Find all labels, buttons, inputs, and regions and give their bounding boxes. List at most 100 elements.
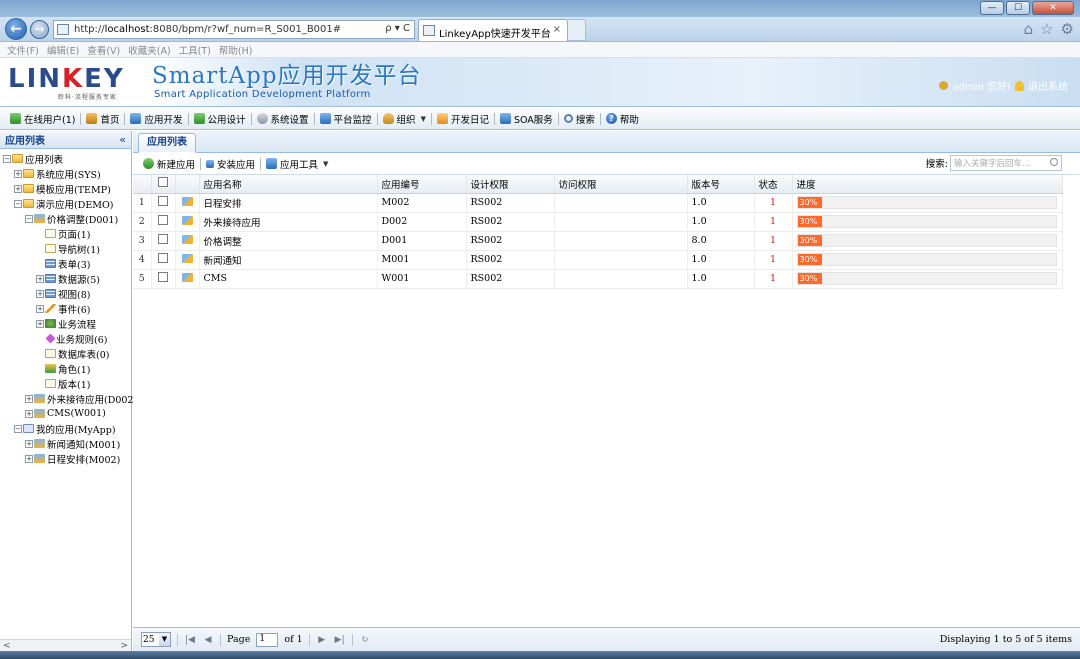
table-row[interactable]: 4 新闻通知 M001 RS002 1.0 1 30% xyxy=(133,250,1063,270)
tree-node[interactable]: + 新闻通知(M001) xyxy=(0,436,131,451)
expand-node-icon[interactable]: + xyxy=(14,169,22,178)
tree-node[interactable]: − 我的应用(MyApp) xyxy=(0,421,131,436)
search-input[interactable]: 输入关键字后回车... xyxy=(950,155,1062,171)
row-checkbox[interactable] xyxy=(158,215,168,225)
tree-node[interactable]: + 业务流程 xyxy=(0,316,131,331)
soa-service-button[interactable]: SOA服务 xyxy=(495,110,558,128)
row-select-cell[interactable] xyxy=(151,231,176,251)
expand-node-icon[interactable]: + xyxy=(25,439,33,448)
cell-app-name[interactable]: 价格调整 xyxy=(199,231,378,251)
menu-favorites[interactable]: 收藏夹(A) xyxy=(128,43,170,57)
select-all-checkbox[interactable] xyxy=(158,177,168,188)
col-version[interactable]: 版本号 xyxy=(687,175,755,194)
collapse-node-icon[interactable]: − xyxy=(25,214,33,223)
tree-node[interactable]: 角色(1) xyxy=(0,361,131,376)
expand-node-icon[interactable]: + xyxy=(36,304,44,313)
public-design-button[interactable]: 公用设计 xyxy=(189,110,251,128)
row-checkbox[interactable] xyxy=(158,253,168,263)
scroll-left-icon[interactable]: < xyxy=(3,641,11,651)
help-button[interactable]: ? 帮助 xyxy=(601,110,644,128)
row-select-cell[interactable] xyxy=(151,269,176,289)
expand-node-icon[interactable]: + xyxy=(25,454,33,463)
col-app-name[interactable]: 应用名称 xyxy=(199,175,378,194)
collapse-node-icon[interactable]: − xyxy=(3,154,11,163)
scroll-right-icon[interactable]: > xyxy=(120,641,128,651)
expand-node-icon[interactable]: + xyxy=(14,184,22,193)
cell-app-name[interactable]: 新闻通知 xyxy=(199,250,378,270)
tree-node[interactable]: 业务规则(6) xyxy=(0,331,131,346)
row-select-cell[interactable] xyxy=(151,193,176,213)
row-checkbox[interactable] xyxy=(158,272,168,282)
logout-link[interactable]: 退出系统 xyxy=(1028,78,1068,93)
table-row[interactable]: 2 外来接待应用 D002 RS002 1.0 1 30% xyxy=(133,212,1063,232)
home-icon[interactable]: ⌂ xyxy=(1024,20,1034,38)
expand-node-icon[interactable]: + xyxy=(36,274,44,283)
tab-app-list[interactable]: 应用列表 xyxy=(138,133,196,153)
settings-gear-icon[interactable]: ⚙ xyxy=(1061,20,1074,38)
tree-node[interactable]: 版本(1) xyxy=(0,376,131,391)
last-page-icon[interactable]: ▶| xyxy=(334,635,346,645)
magnifier-icon[interactable] xyxy=(1050,158,1058,166)
table-row[interactable]: 5 CMS W001 RS002 1.0 1 30% xyxy=(133,269,1063,289)
cell-app-name[interactable]: 日程安排 xyxy=(199,193,378,213)
menu-view[interactable]: 查看(V) xyxy=(87,43,120,57)
address-bar[interactable]: http://localhost:8080/bpm/r?wf_num=R_S00… xyxy=(53,20,415,39)
tree-node[interactable]: + 数据源(5) xyxy=(0,271,131,286)
tree-node[interactable]: − 价格调整(D001) xyxy=(0,211,131,226)
page-size-select[interactable]: 25 ▼ xyxy=(141,632,171,647)
online-users-button[interactable]: 在线用户(1) xyxy=(5,110,80,128)
minimize-button[interactable]: — xyxy=(980,1,1004,15)
col-access-perm[interactable]: 访问权限 xyxy=(554,175,688,194)
close-window-button[interactable]: ✕ xyxy=(1032,1,1074,15)
horizontal-scrollbar[interactable]: < > xyxy=(0,639,131,651)
table-row[interactable]: 1 日程安排 M002 RS002 1.0 1 30% xyxy=(133,193,1063,213)
expand-node-icon[interactable]: + xyxy=(25,394,33,403)
forward-button[interactable]: → xyxy=(30,20,49,39)
platform-monitor-button[interactable]: 平台监控 xyxy=(315,110,377,128)
tree-node[interactable]: + 日程安排(M002) xyxy=(0,451,131,466)
first-page-icon[interactable]: |◀ xyxy=(184,635,196,645)
tree-node[interactable]: − 应用列表 xyxy=(0,151,131,166)
expand-node-icon[interactable]: + xyxy=(36,289,44,298)
table-row[interactable]: 3 价格调整 D001 RS002 8.0 1 30% xyxy=(133,231,1063,251)
browser-tab[interactable]: LinkeyApp快速开发平台 × xyxy=(418,19,568,41)
install-app-button[interactable]: 安装应用 xyxy=(201,155,260,173)
favorites-icon[interactable]: ☆ xyxy=(1040,20,1053,38)
page-number-input[interactable]: 1 xyxy=(256,632,279,647)
system-settings-button[interactable]: 系统设置 xyxy=(252,110,314,128)
refresh-icon[interactable]: ↻ xyxy=(359,635,371,645)
cell-app-name[interactable]: CMS xyxy=(199,269,378,289)
tree-node[interactable]: + 外来接待应用(D002) xyxy=(0,391,137,406)
tree-node[interactable]: + 视图(8) xyxy=(0,286,131,301)
menu-tools[interactable]: 工具(T) xyxy=(179,43,211,57)
menu-file[interactable]: 文件(F) xyxy=(7,43,39,57)
tab-close-icon[interactable]: × xyxy=(553,24,561,35)
new-app-button[interactable]: 新建应用 xyxy=(138,155,200,173)
collapse-node-icon[interactable]: − xyxy=(14,199,22,208)
next-page-icon[interactable]: ▶ xyxy=(316,635,328,645)
col-select-all[interactable] xyxy=(151,175,176,194)
tree-node[interactable]: 导航树(1) xyxy=(0,241,131,256)
collapse-node-icon[interactable]: − xyxy=(14,424,22,433)
menu-edit[interactable]: 编辑(E) xyxy=(47,43,79,57)
menu-help[interactable]: 帮助(H) xyxy=(219,43,253,57)
app-tools-button[interactable]: 应用工具 ▼ xyxy=(261,155,333,173)
tree-node[interactable]: + CMS(W001) xyxy=(0,406,131,421)
app-dev-button[interactable]: 应用开发 xyxy=(125,110,187,128)
row-checkbox[interactable] xyxy=(158,234,168,244)
tree-node[interactable]: 页面(1) xyxy=(0,226,131,241)
tree-node[interactable]: + 事件(6) xyxy=(0,301,131,316)
org-button[interactable]: 组织 ▼ xyxy=(378,110,431,128)
row-checkbox[interactable] xyxy=(158,196,168,206)
dev-diary-button[interactable]: 开发日记 xyxy=(432,110,494,128)
row-select-cell[interactable] xyxy=(151,250,176,270)
col-app-code[interactable]: 应用编号 xyxy=(377,175,467,194)
col-status[interactable]: 状态 xyxy=(754,175,793,194)
address-tools[interactable]: ρ ▾ C xyxy=(385,23,410,34)
home-button[interactable]: 首页 xyxy=(81,110,124,128)
expand-node-icon[interactable]: + xyxy=(25,409,33,418)
col-progress[interactable]: 进度 xyxy=(792,175,1063,194)
prev-page-icon[interactable]: ◀ xyxy=(202,635,214,645)
tree-node[interactable]: − 演示应用(DEMO) xyxy=(0,196,131,211)
tree-node[interactable]: + 模板应用(TEMP) xyxy=(0,181,131,196)
